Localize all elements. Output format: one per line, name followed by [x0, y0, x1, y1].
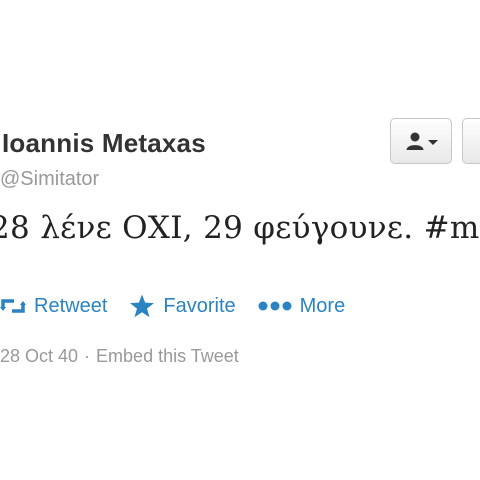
- follow-menu-button[interactable]: [390, 118, 452, 164]
- follow-button[interactable]: [462, 118, 480, 164]
- tweet-card: Ioannis Metaxas @Simitator 28 λένε ΟΧΙ, …: [0, 90, 480, 390]
- meta-separator: ·: [84, 346, 91, 366]
- embed-tweet-link[interactable]: Embed this Tweet: [96, 346, 239, 366]
- retweet-icon: [0, 299, 26, 313]
- favorite-label: Favorite: [163, 294, 236, 317]
- more-label: More: [299, 294, 346, 317]
- screenshot-viewport: Ioannis Metaxas @Simitator 28 λένε ΟΧΙ, …: [0, 0, 480, 480]
- favorite-action[interactable]: Favorite: [129, 294, 236, 318]
- more-action[interactable]: More: [258, 294, 346, 318]
- more-dots-icon: [258, 301, 292, 311]
- retweet-label: Retweet: [34, 294, 108, 317]
- author-name[interactable]: Ioannis Metaxas: [2, 128, 206, 159]
- retweet-action[interactable]: Retweet: [0, 295, 107, 318]
- star-icon: [130, 294, 155, 318]
- person-icon: [406, 132, 423, 150]
- author-handle[interactable]: @Simitator: [0, 168, 99, 191]
- tweet-timestamp[interactable]: 28 Oct 40: [0, 346, 78, 366]
- tweet-text: 28 λένε ΟΧΙ, 29 φεύγουνε. #metonIoanni: [0, 210, 480, 246]
- tweet-meta: 28 Oct 40 · Embed this Tweet: [0, 346, 239, 367]
- chevron-down-icon: [427, 139, 438, 145]
- tweet-actions: Retweet Favorite More: [0, 294, 367, 318]
